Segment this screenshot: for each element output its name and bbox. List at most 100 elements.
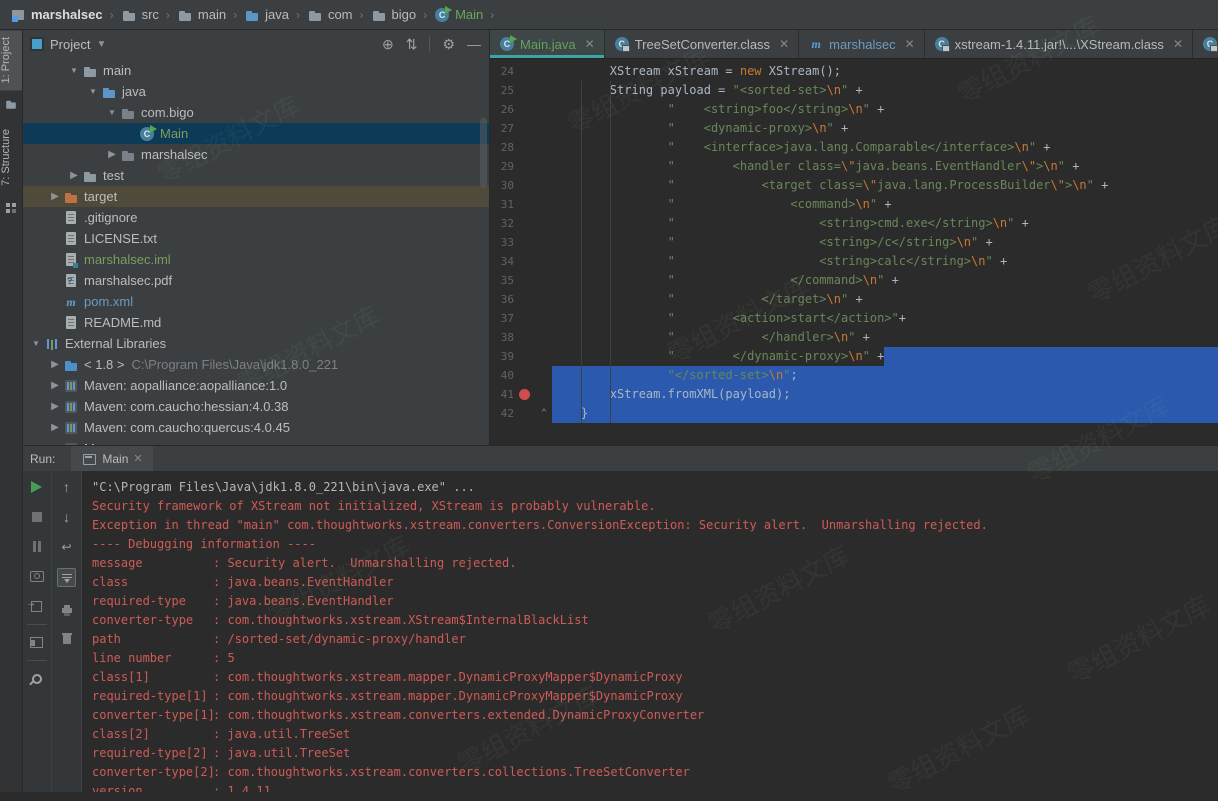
tree-row-maven-aopalliance-aopalliance-1-0[interactable]: ▶Maven: aopalliance:aopalliance:1.0 xyxy=(22,375,489,396)
close-icon[interactable]: ✕ xyxy=(779,37,789,51)
breakpoint-slot[interactable] xyxy=(514,100,536,119)
tree-row-readme-md[interactable]: README.md xyxy=(22,312,489,333)
breakpoint-slot[interactable] xyxy=(514,214,536,233)
pin-button[interactable] xyxy=(28,670,45,687)
chevron-down-icon[interactable]: ▼ xyxy=(96,39,106,50)
close-icon[interactable]: ✕ xyxy=(905,37,915,51)
soft-wrap-button[interactable]: ↩ xyxy=(58,538,75,555)
breakpoint-slot[interactable] xyxy=(514,309,536,328)
tree-row-main[interactable]: Main xyxy=(22,123,489,144)
breadcrumb-item-marshalsec[interactable]: marshalsec xyxy=(10,7,103,23)
close-icon[interactable]: ✕ xyxy=(133,452,142,465)
tree-row-maven-com-caucho-quercus-4-0-45[interactable]: ▶Maven: com.caucho:quercus:4.0.45 xyxy=(22,417,489,438)
breakpoint-slot[interactable] xyxy=(514,290,536,309)
breakpoint-slot[interactable] xyxy=(514,176,536,195)
tree-row-external-libraries[interactable]: ▼External Libraries xyxy=(22,333,489,354)
tree-arrow-icon[interactable]: ▶ xyxy=(47,191,63,202)
gutter[interactable]: 36 xyxy=(490,290,552,309)
gutter[interactable]: 31 xyxy=(490,195,552,214)
breakpoint-slot[interactable] xyxy=(514,404,536,423)
collapse-all-icon[interactable]: ⇅ xyxy=(406,36,418,53)
fold-marker-icon[interactable]: ⌃ xyxy=(536,405,552,422)
breakpoint-slot[interactable] xyxy=(514,271,536,290)
gutter[interactable]: 27 xyxy=(490,119,552,138)
tree-row-java[interactable]: ▼java xyxy=(22,81,489,102)
tool-window-structure[interactable]: 7: Structure xyxy=(0,122,22,193)
tree-arrow-icon[interactable]: ▶ xyxy=(47,422,63,433)
breakpoint-slot[interactable] xyxy=(514,328,536,347)
breakpoint-slot[interactable] xyxy=(514,119,536,138)
clear-all-button[interactable] xyxy=(58,630,75,647)
up-stack-button[interactable]: ↑ xyxy=(58,478,75,495)
project-toolwindow-icon[interactable] xyxy=(5,98,18,111)
breakpoint-slot[interactable] xyxy=(514,62,536,81)
gutter[interactable]: 32 xyxy=(490,214,552,233)
tree-arrow-icon[interactable]: ▼ xyxy=(85,87,101,96)
close-icon[interactable]: ✕ xyxy=(585,37,595,51)
down-stack-button[interactable]: ↓ xyxy=(58,508,75,525)
thread-dump-button[interactable] xyxy=(28,568,45,585)
tool-window-project[interactable]: 1: Project xyxy=(0,30,22,90)
breakpoint-slot[interactable] xyxy=(514,366,536,385)
breakpoint-slot[interactable] xyxy=(514,157,536,176)
gutter[interactable]: 33 xyxy=(490,233,552,252)
pause-output-button[interactable] xyxy=(28,538,45,555)
tree-row--1-8-[interactable]: ▶< 1.8 >C:\Program Files\Java\jdk1.8.0_2… xyxy=(22,354,489,375)
code-area[interactable]: 24 XStream xStream = new XStream();25 St… xyxy=(490,59,1218,445)
breadcrumb-item-src[interactable]: src xyxy=(121,7,159,23)
editor-tab-treeun[interactable]: TreeUn xyxy=(1193,30,1218,58)
gutter[interactable]: 42⌃ xyxy=(490,404,552,423)
tree-arrow-icon[interactable]: ▼ xyxy=(28,339,44,348)
tree-arrow-icon[interactable]: ▶ xyxy=(104,149,120,160)
locate-icon[interactable]: ⊕ xyxy=(382,36,394,53)
breakpoint-slot[interactable] xyxy=(514,347,536,366)
tree-row-pom-xml[interactable]: pom.xml xyxy=(22,291,489,312)
restore-layout-button[interactable] xyxy=(28,634,45,651)
tree-row-marshalsec[interactable]: ▶marshalsec xyxy=(22,144,489,165)
tree-row-license-txt[interactable]: LICENSE.txt xyxy=(22,228,489,249)
tree-row-maven-com-caucho-hessian-4-0-38[interactable]: ▶Maven: com.caucho:hessian:4.0.38 xyxy=(22,396,489,417)
hide-panel-icon[interactable]: — xyxy=(467,36,481,52)
gutter[interactable]: 34 xyxy=(490,252,552,271)
breakpoint-slot[interactable] xyxy=(514,252,536,271)
gutter[interactable]: 39 xyxy=(490,347,552,366)
breakpoint-slot[interactable] xyxy=(514,81,536,100)
editor-tab-main-java[interactable]: Main.java✕ xyxy=(490,30,605,58)
tree-scrollbar[interactable] xyxy=(480,118,487,188)
gutter[interactable]: 35 xyxy=(490,271,552,290)
breadcrumb-item-main[interactable]: Main xyxy=(434,7,483,23)
tree-row-com-bigo[interactable]: ▼com.bigo xyxy=(22,102,489,123)
breadcrumb-item-java[interactable]: java xyxy=(244,7,289,23)
breadcrumb-item-main[interactable]: main xyxy=(177,7,226,23)
tree-row-marshalsec-pdf[interactable]: ?marshalsec.pdf xyxy=(22,270,489,291)
breakpoint-icon[interactable] xyxy=(514,385,536,404)
rerun-button[interactable] xyxy=(28,478,45,495)
tree-arrow-icon[interactable]: ▶ xyxy=(47,359,63,370)
editor-tab-treesetconverter-class[interactable]: TreeSetConverter.class✕ xyxy=(605,30,799,58)
tree-row-marshalsec-iml[interactable]: marshalsec.iml xyxy=(22,249,489,270)
exit-button[interactable] xyxy=(28,598,45,615)
gutter[interactable]: 24 xyxy=(490,62,552,81)
gutter[interactable]: 26 xyxy=(490,100,552,119)
gutter[interactable]: 25 xyxy=(490,81,552,100)
settings-gear-icon[interactable]: ⚙ xyxy=(442,36,455,53)
breakpoint-slot[interactable] xyxy=(514,195,536,214)
gutter[interactable]: 38 xyxy=(490,328,552,347)
tree-row-test[interactable]: ▶test xyxy=(22,165,489,186)
gutter[interactable]: 41 xyxy=(490,385,552,404)
breakpoint-slot[interactable] xyxy=(514,138,536,157)
run-tab-main[interactable]: Main ✕ xyxy=(71,446,152,471)
tree-arrow-icon[interactable]: ▼ xyxy=(66,66,82,75)
scroll-to-end-button[interactable] xyxy=(57,568,76,587)
tree-arrow-icon[interactable]: ▶ xyxy=(66,170,82,181)
gutter[interactable]: 40 xyxy=(490,366,552,385)
gutter[interactable]: 37 xyxy=(490,309,552,328)
stop-button[interactable] xyxy=(28,508,45,525)
tree-arrow-icon[interactable]: ▶ xyxy=(47,401,63,412)
breadcrumb-item-com[interactable]: com xyxy=(307,7,353,23)
print-button[interactable] xyxy=(58,600,75,617)
gutter[interactable]: 29 xyxy=(490,157,552,176)
close-icon[interactable]: ✕ xyxy=(1173,37,1183,51)
run-console[interactable]: "C:\Program Files\Java\jdk1.8.0_221\bin\… xyxy=(82,471,1218,792)
tree-row-target[interactable]: ▶target xyxy=(22,186,489,207)
